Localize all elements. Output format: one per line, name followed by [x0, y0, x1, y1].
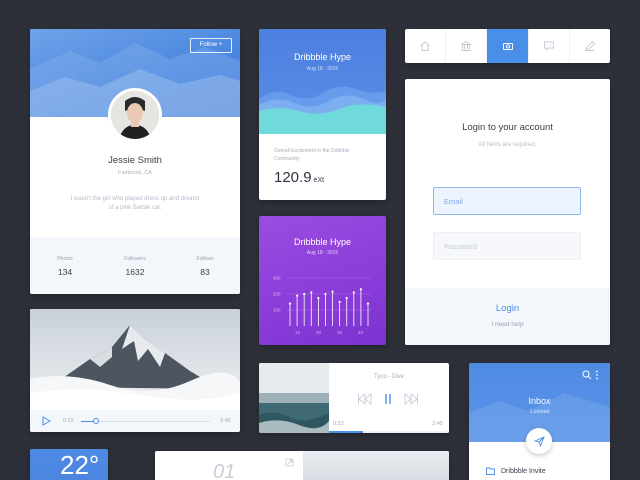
video-scrubber[interactable]: [81, 418, 210, 424]
chart-bar-dot: [303, 292, 306, 296]
chart-bar-dot: [366, 302, 370, 305]
nav-item-home[interactable]: [405, 29, 447, 63]
chart-bar-dot: [352, 291, 355, 294]
profile-card: Follow + Jessie Smith Fairbrook, CA I wa…: [30, 29, 240, 294]
profile-name: Jessie Smith: [108, 155, 162, 166]
profile-bio: I wasn't the girl who played dress up an…: [70, 196, 200, 211]
next-icon[interactable]: [403, 393, 419, 405]
play-icon[interactable]: [41, 416, 51, 426]
bank-icon: [461, 40, 473, 51]
chart-bar-dot: [331, 290, 334, 293]
chart-y-tick: 100: [273, 308, 281, 313]
chart-y-tick: 200: [273, 292, 281, 297]
album-art: [259, 363, 329, 433]
chart-bar-dot: [295, 294, 299, 297]
hype-bar-chart: 300 200 100 10 20 30 40: [273, 276, 371, 335]
wave-graphic: [259, 86, 386, 134]
stat-value: 1632: [125, 267, 145, 277]
bottom-card-photo: [303, 451, 449, 480]
stat-value: 134: [57, 267, 73, 277]
email-field[interactable]: [433, 187, 581, 215]
inbox-card: Inbox 1 unread Dribbble Invite: [469, 363, 610, 480]
nav-item-bank[interactable]: [446, 29, 488, 63]
inbox-subtitle: 1 unread: [529, 409, 550, 415]
edit-icon: [585, 40, 596, 51]
video-frame[interactable]: [30, 309, 240, 410]
song-progress-fill: [329, 431, 363, 433]
song-title: Tyco - Dive: [373, 374, 404, 380]
profile-stats: Photos 134 Followers 1632 Follows 83: [30, 237, 240, 294]
hype-chart-card: Dribbble Hype Aug 18 · 2015 300 200 100 10 2…: [259, 216, 386, 345]
bottom-card-number: 01: [213, 461, 236, 480]
stat-follows[interactable]: Follows 83: [170, 237, 240, 294]
chart-x-tick: 20: [316, 330, 322, 335]
send-icon: [533, 435, 545, 447]
inbox-item-label: Dribbble Invite: [501, 467, 546, 475]
more-icon[interactable]: [595, 370, 599, 380]
inbox-title: Inbox: [528, 396, 551, 406]
icon-nav-bar: [405, 29, 610, 63]
chat-icon: [543, 41, 554, 52]
hype-wave-card: Dribbble Hype Aug 18 · 2015 Overall Exci…: [259, 29, 386, 200]
chart-bar-dot: [288, 302, 292, 305]
login-button[interactable]: Login: [405, 303, 610, 314]
hype-value: 120.9 eXt: [274, 169, 324, 186]
stat-followers[interactable]: Followers 1632: [100, 237, 170, 294]
hype-unit: eXt: [313, 177, 325, 184]
video-total-time: 5:45: [220, 418, 231, 424]
hype-description: Overall Excitement in the Dribbble Commu…: [274, 148, 350, 162]
chart-x-tick: 40: [358, 330, 364, 335]
help-link[interactable]: I need help: [405, 321, 610, 328]
video-scrubber-knob[interactable]: [93, 418, 100, 424]
login-footer: Login I need help: [405, 288, 610, 345]
stat-label: Followers: [124, 256, 146, 262]
video-current-time: 0:22: [63, 418, 74, 424]
chart-bar-dot: [359, 288, 363, 291]
compose-button[interactable]: [526, 428, 552, 454]
stat-photos[interactable]: Photos 134: [30, 237, 100, 294]
chart-y-tick: 300: [273, 276, 281, 281]
follow-button[interactable]: Follow +: [190, 38, 232, 53]
folder-icon: [486, 467, 495, 475]
pause-icon[interactable]: [383, 393, 393, 405]
chart-bar-dot: [317, 296, 320, 300]
weather-card: 22°: [30, 449, 108, 480]
chart-x-tick: 30: [337, 330, 343, 335]
bottom-card: 01: [155, 451, 449, 480]
profile-location: Fairbrook, CA: [118, 170, 152, 176]
chart-bar-dot: [345, 296, 348, 300]
hype-number: 120.9: [274, 169, 312, 186]
chart-bar-dot: [324, 292, 327, 296]
chart-x-tick: 10: [295, 330, 301, 335]
home-icon: [420, 41, 430, 51]
inbox-list-item[interactable]: Dribbble Invite: [486, 467, 546, 475]
song-total-time: 2:45: [432, 421, 443, 427]
nav-item-edit[interactable]: [570, 29, 610, 63]
temperature: 22°: [60, 450, 100, 480]
stat-value: 83: [200, 267, 210, 277]
login-subtitle: All fields are required.: [478, 142, 537, 148]
login-title: Login to your account: [462, 122, 553, 133]
chart-bar-dot: [310, 291, 313, 294]
video-player-card: 0:22 5:45: [30, 309, 240, 432]
music-player-card: Tyco - Dive 0:23 2:45: [259, 363, 449, 433]
search-icon[interactable]: [582, 370, 592, 380]
avatar: [108, 88, 162, 142]
expand-icon[interactable]: [285, 458, 294, 467]
stat-label: Follows: [196, 256, 214, 262]
previous-icon[interactable]: [357, 393, 373, 405]
password-field[interactable]: [433, 232, 581, 260]
nav-item-camera[interactable]: [487, 29, 529, 63]
song-current-time: 0:23: [333, 421, 344, 427]
chart-bar-dot: [338, 300, 341, 304]
video-controls: 0:22 5:45: [30, 410, 240, 432]
camera-icon: [502, 43, 513, 50]
nav-item-chat[interactable]: [529, 29, 570, 63]
login-card: Login to your account All fields are req…: [405, 79, 610, 345]
stat-label: Photos: [57, 256, 73, 262]
song-progress-bar[interactable]: [329, 431, 449, 433]
hype-header: Dribbble Hype Aug 18 · 2015: [259, 29, 386, 134]
